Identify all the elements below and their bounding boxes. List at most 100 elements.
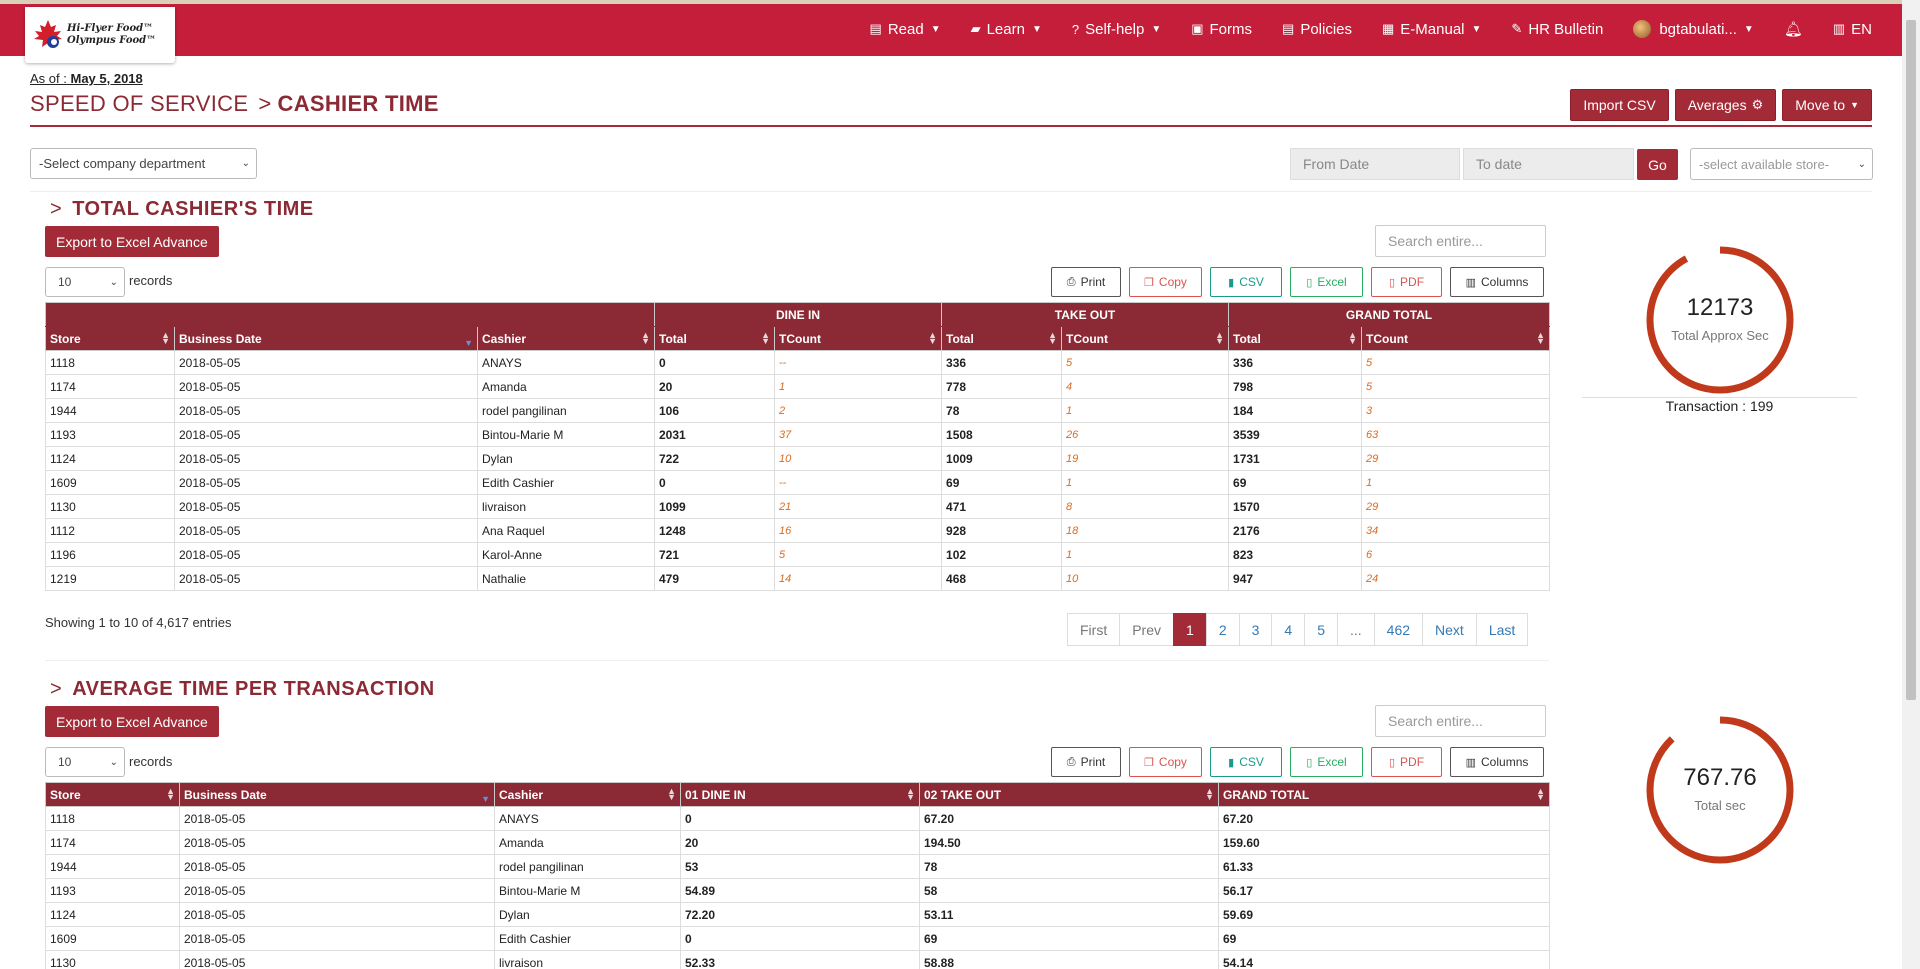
column-header[interactable]: TCount ▲ ▼ [1061, 326, 1230, 351]
chevron-down-icon: ⌄ [109, 756, 118, 768]
column-header[interactable]: Store ▲ ▼ [45, 326, 175, 351]
table-cell: 2018-05-05 [174, 470, 478, 495]
page-link[interactable]: 3 [1238, 613, 1273, 646]
nav-read[interactable]: ▤ Read ▼ [870, 21, 941, 38]
csv-button[interactable]: ▮ CSV [1210, 747, 1282, 777]
pdf-label: PDF [1400, 275, 1425, 289]
column-header[interactable]: TCount ▲ ▼ [1361, 326, 1551, 351]
column-header[interactable]: Total ▲ ▼ [941, 326, 1063, 351]
page-link[interactable]: 4 [1271, 613, 1306, 646]
section-divider [45, 660, 1549, 661]
averages-button[interactable]: Averages ⚙ [1674, 89, 1777, 121]
top-navbar: Hi-Flyer Food™ Olympus Food™ ▤ Read ▼ ▰ Lea… [0, 0, 1902, 63]
columns-icon: ▥ [1465, 756, 1477, 769]
nav-forms-label: Forms [1209, 20, 1253, 38]
nav-policies[interactable]: ▤ Policies [1282, 21, 1352, 38]
pdf-button[interactable]: ▯ PDF [1371, 267, 1442, 297]
table-cell: Ana Raquel [477, 518, 655, 543]
table-cell: rodel pangilinan [494, 854, 681, 879]
brand-logo[interactable]: Hi-Flyer Food™ Olympus Food™ [25, 7, 175, 63]
nav-read-label: Read [887, 20, 924, 38]
column-header[interactable]: Total ▲ ▼ [1228, 326, 1363, 351]
search-input[interactable]: Search entire... [1375, 225, 1546, 257]
copy-button[interactable]: ❐ Copy [1129, 267, 1202, 297]
column-header[interactable]: 01 DINE IN ▲ ▼ [680, 782, 920, 807]
page-link[interactable]: Prev [1119, 613, 1175, 646]
excel-button[interactable]: ▯ Excel [1290, 267, 1363, 297]
csv-button[interactable]: ▮ CSV [1210, 267, 1282, 297]
nav-hrbulletin[interactable]: ✎ HR Bulletin [1511, 21, 1603, 38]
column-header[interactable]: Business Date ▼ [174, 326, 478, 351]
page-link[interactable]: ... [1337, 613, 1375, 646]
print-button[interactable]: ⎙ Print [1051, 267, 1121, 297]
chevron-right-icon: > [50, 678, 63, 700]
pdf-button[interactable]: ▯ PDF [1371, 747, 1442, 777]
table-cell: 1 [1061, 542, 1230, 567]
table-cell: 823 [1228, 542, 1363, 567]
search-input[interactable]: Search entire... [1375, 705, 1546, 737]
table-row: 1609 2018-05-05 Edith Cashier 0 -- 69 1 69 1 [45, 470, 1551, 495]
nav-forms[interactable]: ▣ Forms [1191, 21, 1252, 38]
column-header[interactable]: 02 TAKE OUT ▲ ▼ [919, 782, 1219, 807]
go-button[interactable]: Go [1637, 149, 1678, 180]
nav-notifications[interactable]: 🔔︎ [1784, 20, 1803, 38]
from-date-input[interactable]: From Date [1290, 148, 1460, 180]
page-length-select[interactable]: 10 ⌄ [45, 747, 125, 777]
table-cell: 721 [654, 542, 775, 567]
table-cell: 8 [1061, 494, 1230, 519]
table-cell: 1193 [45, 878, 180, 903]
nav-user[interactable]: bgtabulati... ▼ [1633, 20, 1754, 38]
to-date-input[interactable]: To date [1463, 148, 1634, 180]
table-cell: 18 [1061, 518, 1230, 543]
export-excel-advance-button[interactable]: Export to Excel Advance [45, 226, 219, 257]
columns-button[interactable]: ▥ Columns [1450, 747, 1544, 777]
nav-emanual[interactable]: ▦ E-Manual ▼ [1382, 21, 1481, 38]
move-to-button[interactable]: Move to ▼ [1782, 89, 1872, 121]
column-header[interactable]: Cashier ▲ ▼ [494, 782, 681, 807]
department-select[interactable]: -Select company department ⌄ [30, 148, 257, 179]
table-cell: 1609 [45, 926, 180, 951]
column-header[interactable]: GRAND TOTAL ▲ ▼ [1218, 782, 1550, 807]
nav-selfhelp[interactable]: ? Self-help ▼ [1072, 21, 1161, 38]
sort-icon: ▲ ▼ [906, 786, 915, 802]
page-link[interactable]: Last [1475, 613, 1529, 646]
page-link[interactable]: 5 [1304, 613, 1338, 646]
column-header[interactable]: Total ▲ ▼ [654, 326, 775, 351]
column-header[interactable]: Business Date ▼ [179, 782, 495, 807]
csv-label: CSV [1239, 755, 1264, 769]
printer-icon: ⎙ [1066, 275, 1076, 288]
column-header[interactable]: Store ▲ ▼ [45, 782, 180, 807]
copy-button[interactable]: ❐ Copy [1129, 747, 1202, 777]
table-cell: 1118 [45, 350, 175, 375]
filter-divider [30, 191, 1872, 192]
nav-emanual-label: E-Manual [1400, 20, 1465, 38]
page-length-select[interactable]: 10 ⌄ [45, 267, 125, 297]
page-link[interactable]: First [1067, 613, 1121, 646]
export-excel-advance-button[interactable]: Export to Excel Advance [45, 706, 219, 737]
nav-learn[interactable]: ▰ Learn ▼ [971, 21, 1042, 38]
table-cell: Amanda [494, 830, 681, 855]
columns-button[interactable]: ▥ Columns [1450, 267, 1544, 297]
page-link[interactable]: 462 [1373, 613, 1424, 646]
store-select[interactable]: -select available store- ⌄ [1690, 148, 1873, 180]
table-row: 1219 2018-05-05 Nathalie 479 14 468 10 947 24 [45, 566, 1551, 591]
page-scrollbar[interactable] [1902, 0, 1920, 969]
column-header[interactable]: TCount ▲ ▼ [773, 326, 943, 351]
page-link[interactable]: 1 [1173, 613, 1207, 646]
table-cell: 67.20 [919, 806, 1219, 831]
table-cell: 69 [919, 926, 1219, 951]
table-cell: Dylan [494, 902, 681, 927]
sort-desc-icon: ▼ [481, 794, 490, 804]
nav-language[interactable]: ▥ EN [1833, 21, 1872, 38]
page-link[interactable]: 2 [1205, 613, 1240, 646]
table-cell: ANAYS [477, 350, 655, 375]
table-cell: 1 [1061, 470, 1230, 495]
page-link[interactable]: Next [1422, 613, 1477, 646]
excel-button[interactable]: ▯ Excel [1290, 747, 1363, 777]
scrollbar-thumb[interactable] [1906, 20, 1916, 700]
table-cell: 1124 [45, 902, 180, 927]
column-header[interactable]: Cashier ▲ ▼ [477, 326, 655, 351]
print-button[interactable]: ⎙ Print [1051, 747, 1121, 777]
nav-learn-label: Learn [986, 20, 1025, 38]
import-csv-button[interactable]: Import CSV [1570, 89, 1669, 121]
